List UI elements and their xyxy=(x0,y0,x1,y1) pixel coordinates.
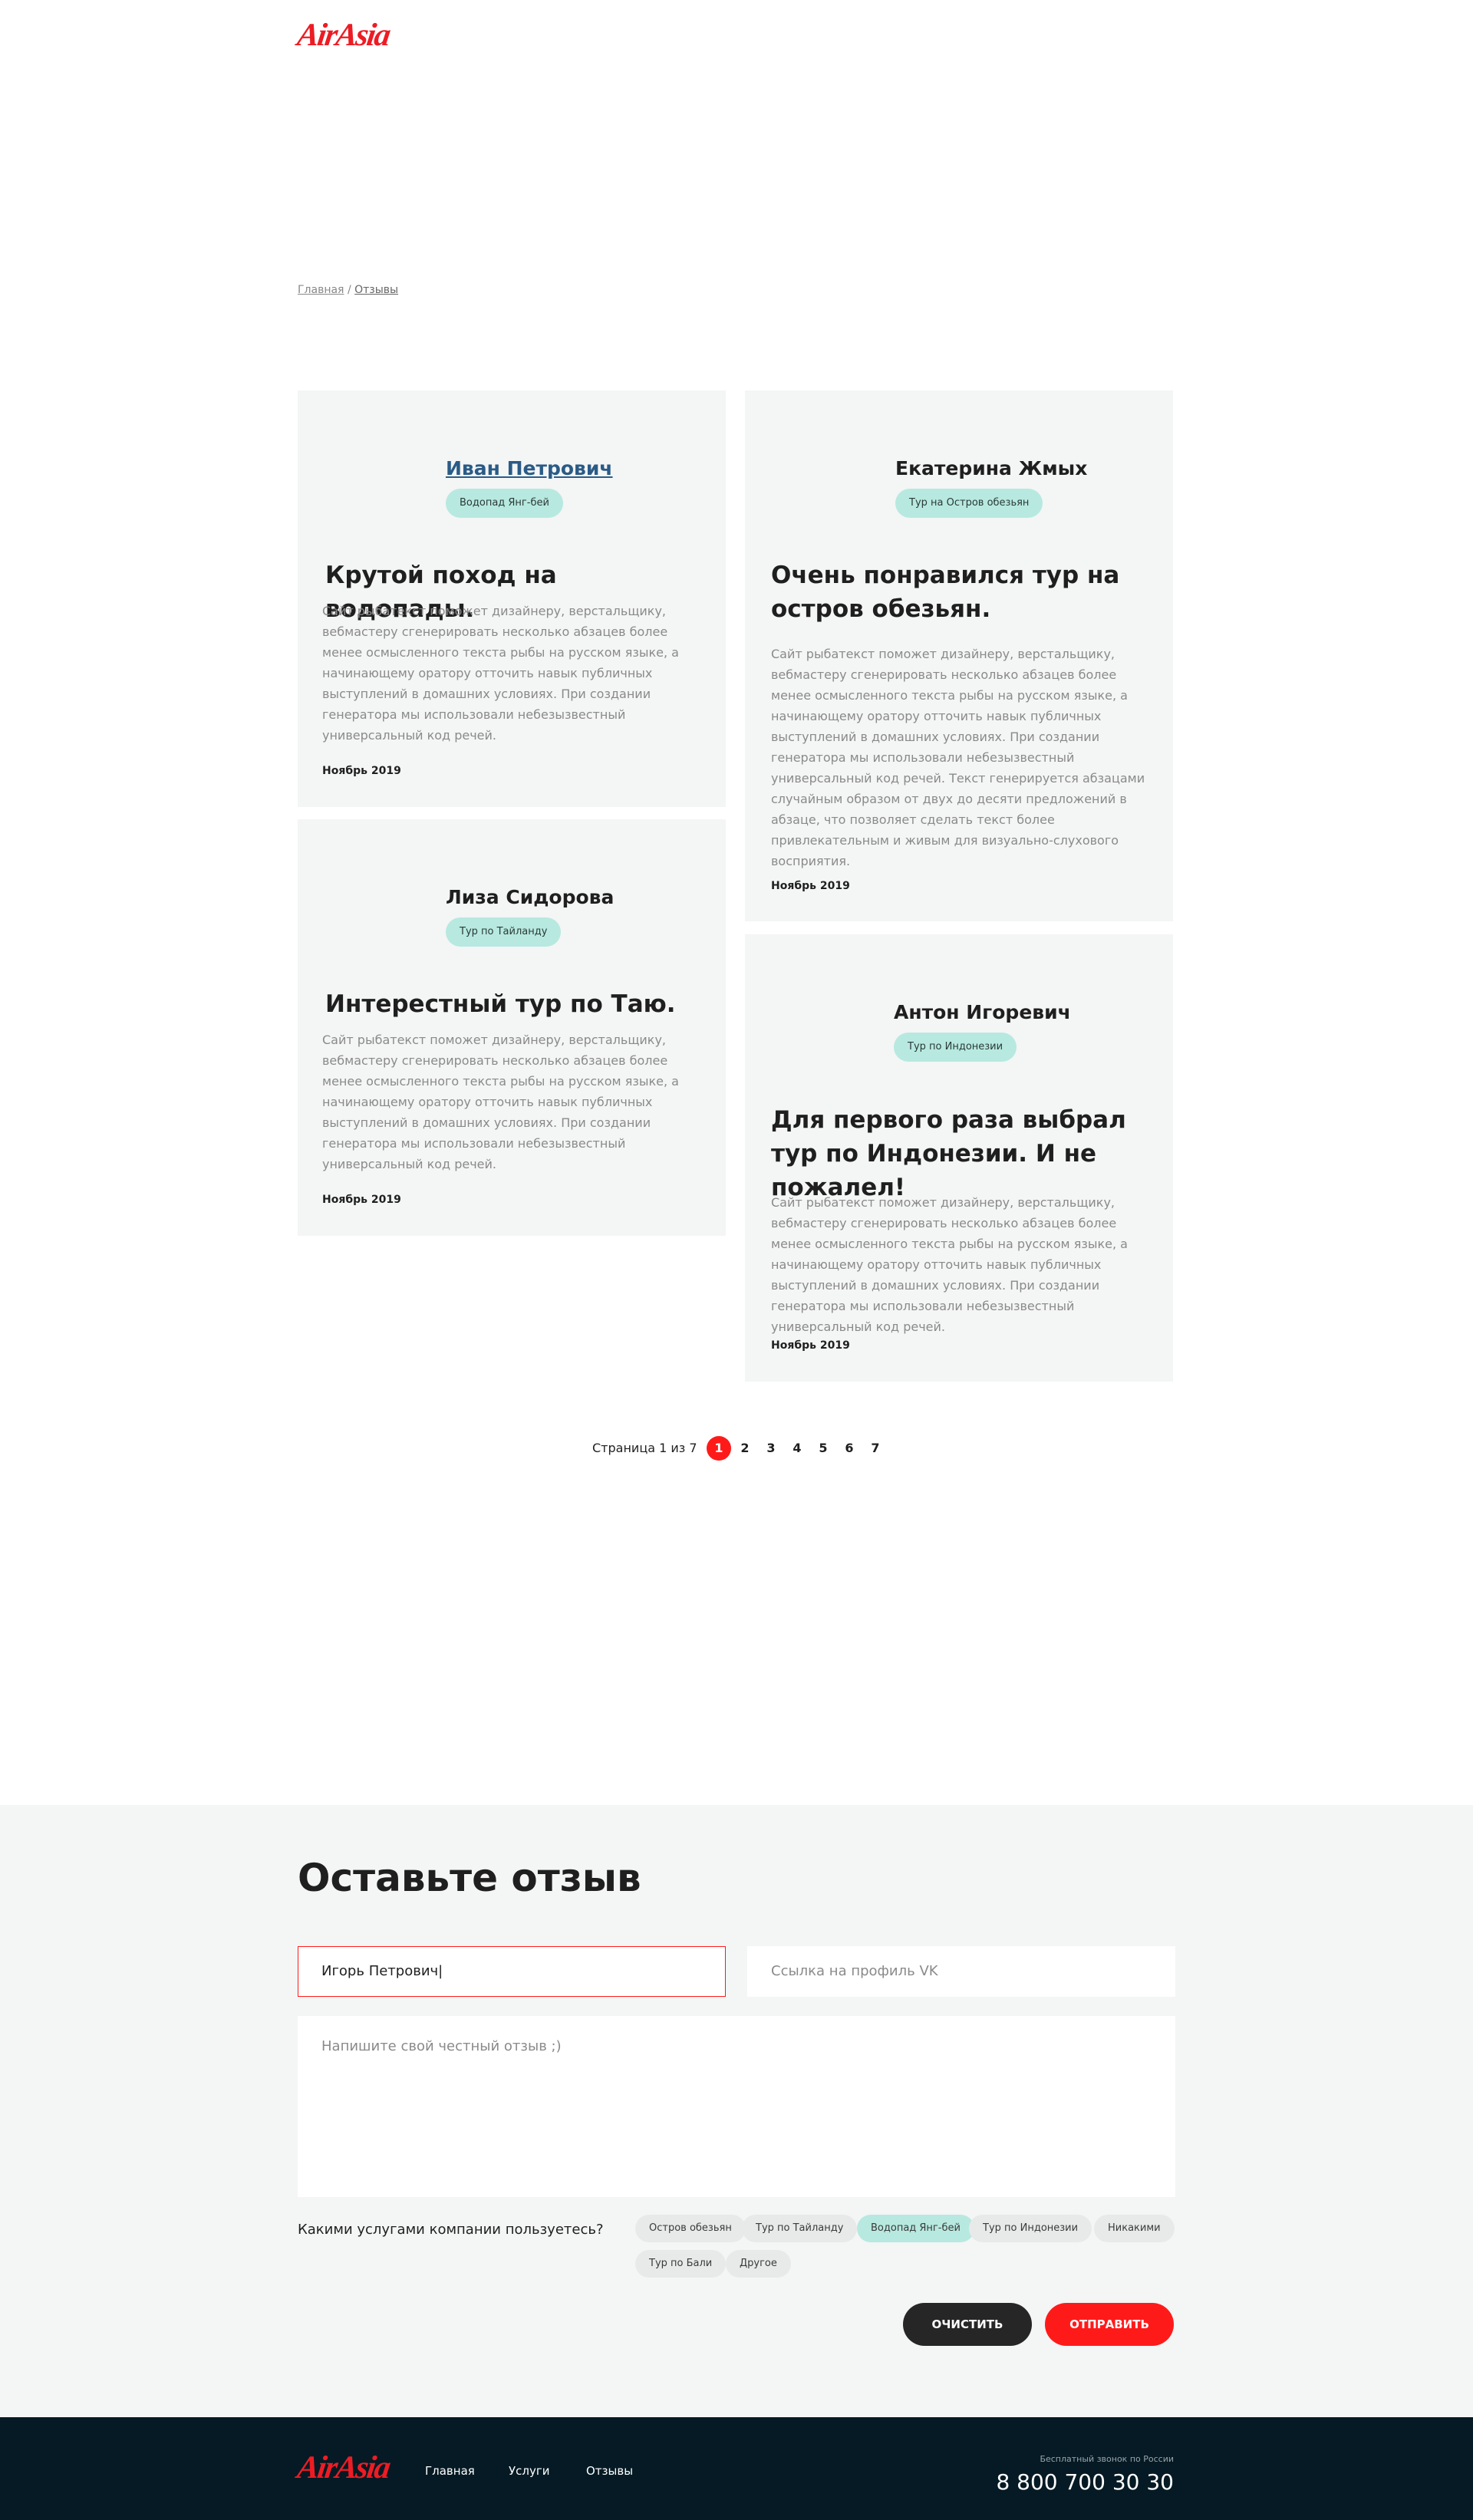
review-title: Интерестный тур по Таю. xyxy=(325,990,676,1018)
review-tour-tag: Тур по Индонезии xyxy=(894,1033,1017,1062)
review-text: Сайт рыбатекст поможет дизайнеру, верста… xyxy=(771,647,1145,868)
service-chip-other[interactable]: Другое xyxy=(726,2250,791,2278)
page-button-6[interactable]: 6 xyxy=(837,1436,862,1461)
review-card: Екатерина Жмых Тур на Остров обезьян Оче… xyxy=(745,390,1173,921)
site-header: AirAsia xyxy=(295,17,392,63)
footer-airasia-logo[interactable]: AirAsia xyxy=(295,2449,392,2486)
review-card: Иван Петрович Водопад Янг-бей Крутой пох… xyxy=(298,390,726,807)
vk-profile-placeholder: Ссылка на профиль VK xyxy=(771,1963,938,1979)
name-input[interactable]: Игорь Петрович| xyxy=(298,1946,726,1997)
review-author: Лиза Сидорова xyxy=(446,886,615,908)
review-textarea-placeholder: Напишите свой честный отзыв ;) xyxy=(321,2038,562,2054)
service-chip-bali[interactable]: Тур по Бали xyxy=(635,2250,727,2278)
service-chip-waterfall[interactable]: Водопад Янг-бей xyxy=(857,2215,974,2242)
site-footer: AirAsia Главная Услуги Отзывы Бесплатный… xyxy=(0,2417,1473,2520)
review-tour-tag: Тур на Остров обезьян xyxy=(895,489,1043,518)
phone-caption: Бесплатный звонок по России xyxy=(1040,2454,1174,2464)
review-form-title: Оставьте отзыв xyxy=(298,1856,641,1900)
name-input-value: Игорь Петрович| xyxy=(321,1963,443,1979)
review-form-section: Оставьте отзыв Игорь Петрович| Ссылка на… xyxy=(0,1805,1473,2417)
review-card: Лиза Сидорова Тур по Тайланду Интерестны… xyxy=(298,819,726,1236)
pagination: Страница 1 из 7 1 2 3 4 5 6 7 xyxy=(0,1435,1473,1462)
review-author: Екатерина Жмых xyxy=(895,457,1088,479)
airasia-logo[interactable]: AirAsia xyxy=(295,17,392,54)
review-date: Ноябрь 2019 xyxy=(322,765,401,777)
review-text: Сайт рыбатекст поможет дизайнеру, верста… xyxy=(322,1033,679,1171)
footer-link-reviews[interactable]: Отзывы xyxy=(586,2464,633,2478)
review-text: Сайт рыбатекст поможет дизайнеру, верста… xyxy=(322,604,679,743)
breadcrumb-home-link[interactable]: Главная xyxy=(298,284,344,296)
review-tour-tag: Водопад Янг-бей xyxy=(446,489,563,518)
clear-button[interactable]: ОЧИСТИТЬ xyxy=(903,2303,1032,2346)
phone-number[interactable]: 8 800 700 30 30 xyxy=(996,2469,1174,2495)
page-button-4[interactable]: 4 xyxy=(785,1436,809,1461)
footer-link-services[interactable]: Услуги xyxy=(509,2464,549,2478)
breadcrumb: Главная / Отзывы xyxy=(298,284,398,296)
breadcrumb-separator: / xyxy=(347,284,351,296)
review-date: Ноябрь 2019 xyxy=(771,880,850,892)
review-title: Очень понравился тур на остров обезьян. xyxy=(771,562,1120,623)
submit-button[interactable]: ОТПРАВИТЬ xyxy=(1045,2303,1174,2346)
services-label: Какими услугами компании пользуетесь? xyxy=(298,2222,604,2238)
page-button-1[interactable]: 1 xyxy=(707,1436,731,1461)
review-date: Ноябрь 2019 xyxy=(322,1194,401,1206)
footer-link-home[interactable]: Главная xyxy=(425,2464,475,2478)
breadcrumb-current[interactable]: Отзывы xyxy=(354,284,398,296)
review-date: Ноябрь 2019 xyxy=(771,1339,850,1352)
review-title: Для первого раза выбрал тур по Индонезии… xyxy=(771,1106,1126,1201)
service-chip-indonesia[interactable]: Тур по Индонезии xyxy=(969,2215,1092,2242)
page-button-7[interactable]: 7 xyxy=(863,1436,888,1461)
service-chip-none[interactable]: Никакими xyxy=(1094,2215,1175,2242)
vk-profile-input[interactable]: Ссылка на профиль VK xyxy=(747,1946,1175,1997)
service-chip-monkey-island[interactable]: Остров обезьян xyxy=(635,2215,746,2242)
page-button-3[interactable]: 3 xyxy=(759,1436,783,1461)
review-textarea[interactable]: Напишите свой честный отзыв ;) xyxy=(298,2016,1175,2197)
review-author: Антон Игоревич xyxy=(894,1001,1071,1023)
review-tour-tag: Тур по Тайланду xyxy=(446,917,562,947)
page-button-5[interactable]: 5 xyxy=(811,1436,835,1461)
review-text: Сайт рыбатекст поможет дизайнеру, верста… xyxy=(771,1195,1128,1334)
review-author-link[interactable]: Иван Петрович xyxy=(446,457,613,479)
pagination-label: Страница 1 из 7 xyxy=(592,1441,697,1455)
review-card: Антон Игоревич Тур по Индонезии Для перв… xyxy=(745,934,1173,1382)
service-chip-thailand[interactable]: Тур по Тайланду xyxy=(742,2215,858,2242)
page-button-2[interactable]: 2 xyxy=(733,1436,757,1461)
